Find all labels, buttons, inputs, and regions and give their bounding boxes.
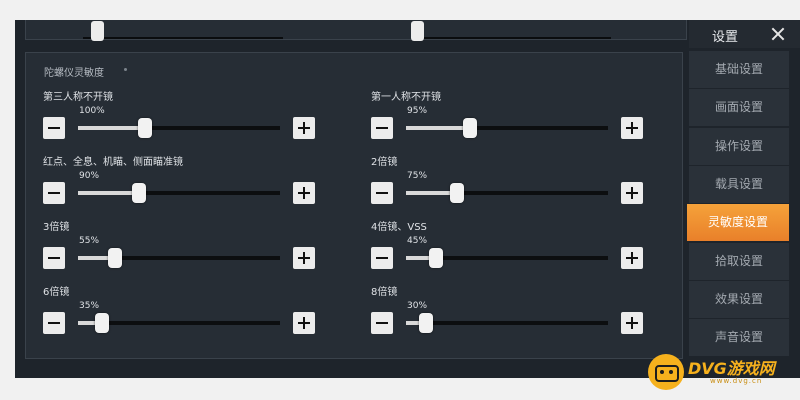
slider-track[interactable] — [78, 118, 280, 138]
watermark-text: DVG游戏网 — [688, 359, 775, 378]
slider-thumb[interactable] — [108, 248, 122, 268]
previous-slider-track[interactable] — [83, 21, 283, 41]
close-icon[interactable] — [767, 23, 789, 45]
sidebar-item[interactable]: 载具设置 — [689, 165, 789, 203]
slider-value: 90% — [79, 171, 100, 181]
sidebar-item[interactable]: 声音设置 — [689, 319, 789, 357]
slider-label: 红点、全息、机瞄、侧面瞄准镜 — [43, 157, 183, 168]
slider-thumb[interactable] — [463, 118, 477, 138]
slider-value: 55% — [79, 236, 100, 246]
sidebar-item[interactable]: 效果设置 — [689, 280, 789, 318]
slider-thumb[interactable] — [138, 118, 152, 138]
settings-sidebar: 设置 基础设置 画面设置 操作设置 载具设置 灵敏度设置 拾取设置 效果设置 声音设置 — [687, 20, 800, 378]
slider-track[interactable] — [406, 313, 608, 333]
slider-thumb[interactable] — [132, 183, 146, 203]
sidebar-item[interactable]: 拾取设置 — [689, 242, 789, 280]
sensitivity-slider: 第一人称不开镜 95% — [371, 88, 671, 148]
slider-value: 75% — [407, 171, 428, 181]
sidebar-item[interactable]: 基础设置 — [689, 51, 789, 88]
slider-value: 45% — [407, 236, 428, 246]
plus-icon[interactable] — [293, 312, 315, 334]
plus-icon[interactable] — [621, 247, 643, 269]
slider-label: 3倍镜 — [43, 222, 70, 233]
section-title-marker — [124, 68, 127, 71]
section-title: 陀螺仪灵敏度 — [44, 68, 104, 79]
slider-fill — [78, 126, 145, 130]
plus-icon[interactable] — [293, 117, 315, 139]
slider-label: 4倍镜、VSS — [371, 222, 427, 233]
slider-label: 8倍镜 — [371, 287, 398, 298]
slider-track[interactable] — [406, 248, 608, 268]
minus-icon[interactable] — [371, 182, 393, 204]
sensitivity-slider: 6倍镜 35% — [43, 283, 343, 343]
slider-thumb[interactable] — [450, 183, 464, 203]
slider-value: 100% — [79, 106, 105, 116]
slider-track[interactable] — [78, 313, 280, 333]
sensitivity-slider: 2倍镜 75% — [371, 153, 671, 213]
watermark: DVG游戏网 www.dvg.cn — [648, 352, 800, 392]
slider-label: 第三人称不开镜 — [43, 92, 113, 103]
previous-slider-track[interactable] — [411, 21, 611, 41]
minus-icon[interactable] — [43, 117, 65, 139]
settings-screen: 陀螺仪灵敏度 第三人称不开镜 100% 第一人称不开镜 95% 红点、全息、机瞄、侧面瞄… — [15, 20, 800, 378]
slider-track[interactable] — [406, 183, 608, 203]
minus-icon[interactable] — [43, 247, 65, 269]
sidebar-item[interactable]: 画面设置 — [689, 89, 789, 127]
minus-icon[interactable] — [371, 312, 393, 334]
slider-fill — [406, 126, 470, 130]
sidebar-item[interactable]: 灵敏度设置 — [687, 204, 789, 242]
minus-icon[interactable] — [43, 182, 65, 204]
previous-section-panel — [25, 20, 687, 41]
slider-track[interactable] — [406, 118, 608, 138]
minus-icon[interactable] — [43, 312, 65, 334]
plus-icon[interactable] — [621, 182, 643, 204]
slider-thumb[interactable] — [429, 248, 443, 268]
slider-fill — [78, 191, 139, 195]
plus-icon[interactable] — [293, 247, 315, 269]
sidebar-item[interactable]: 操作设置 — [689, 127, 789, 165]
sensitivity-slider: 3倍镜 55% — [43, 218, 343, 278]
slider-thumb[interactable] — [419, 313, 433, 333]
slider-label: 第一人称不开镜 — [371, 92, 441, 103]
slider-label: 6倍镜 — [43, 287, 70, 298]
sensitivity-slider: 红点、全息、机瞄、侧面瞄准镜 90% — [43, 153, 343, 213]
previous-slider-thumb[interactable] — [411, 21, 424, 41]
sidebar-header: 设置 — [689, 20, 800, 48]
sensitivity-slider: 4倍镜、VSS 45% — [371, 218, 671, 278]
plus-icon[interactable] — [293, 182, 315, 204]
slider-thumb[interactable] — [95, 313, 109, 333]
previous-slider-thumb[interactable] — [91, 21, 104, 41]
minus-icon[interactable] — [371, 247, 393, 269]
plus-icon[interactable] — [621, 117, 643, 139]
slider-label: 2倍镜 — [371, 157, 398, 168]
slider-track[interactable] — [78, 183, 280, 203]
slider-track[interactable] — [78, 248, 280, 268]
gyroscope-sensitivity-panel: 陀螺仪灵敏度 第三人称不开镜 100% 第一人称不开镜 95% 红点、全息、机瞄、侧面瞄… — [25, 52, 683, 359]
gamepad-icon — [648, 354, 684, 390]
minus-icon[interactable] — [371, 117, 393, 139]
slider-value: 95% — [407, 106, 428, 116]
sensitivity-slider: 第三人称不开镜 100% — [43, 88, 343, 148]
sidebar-title: 设置 — [712, 30, 739, 45]
slider-value: 35% — [79, 301, 100, 311]
plus-icon[interactable] — [621, 312, 643, 334]
slider-value: 30% — [407, 301, 428, 311]
sensitivity-slider: 8倍镜 30% — [371, 283, 671, 343]
watermark-url: www.dvg.cn — [710, 377, 763, 385]
